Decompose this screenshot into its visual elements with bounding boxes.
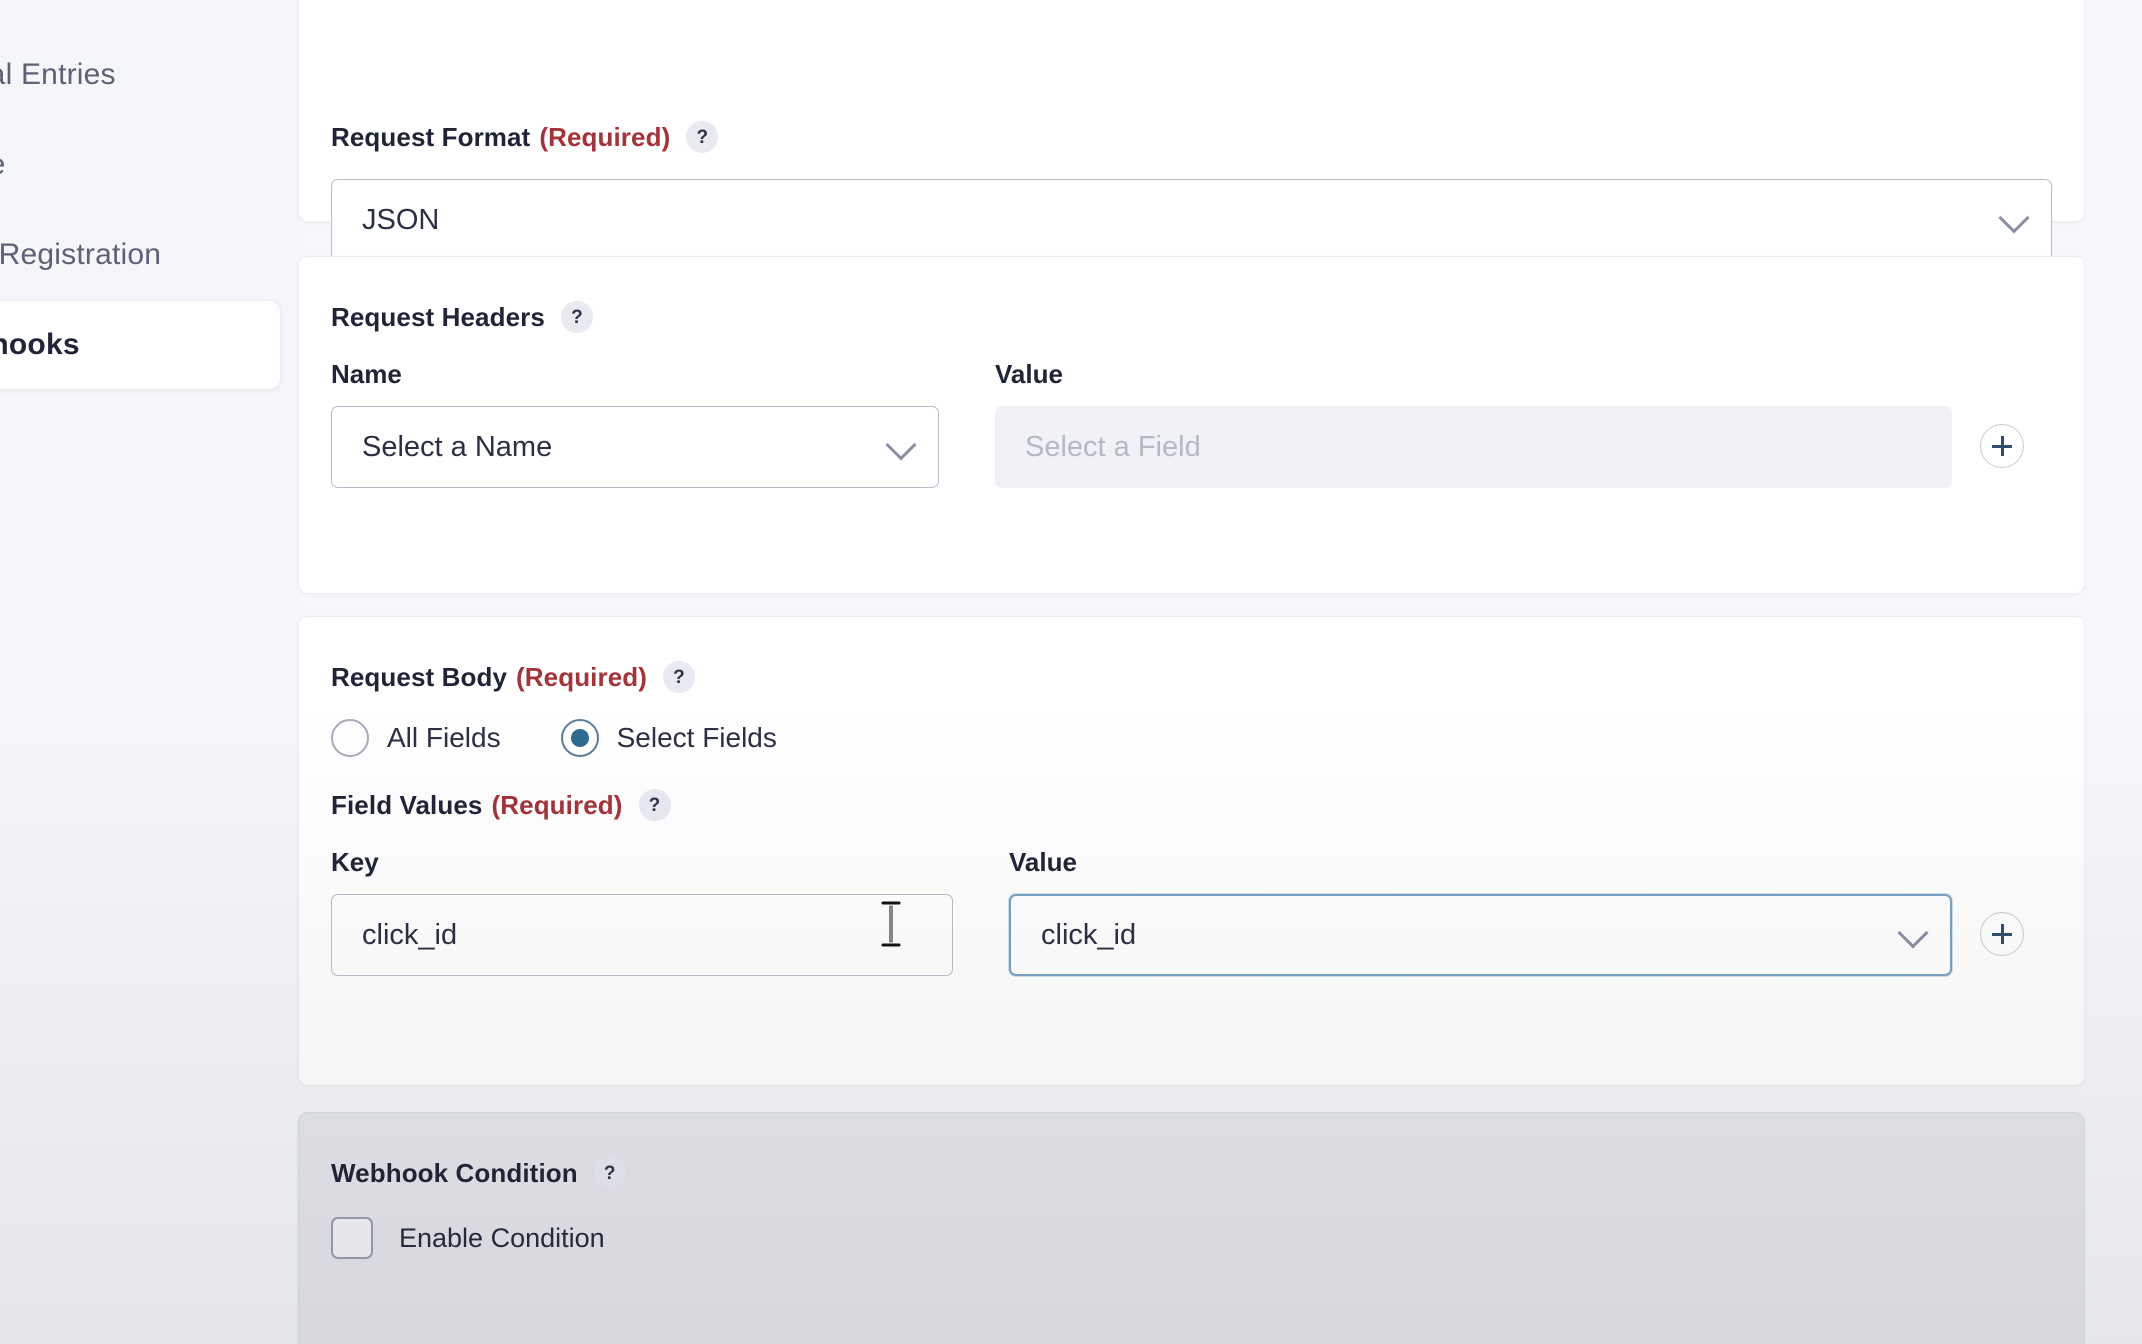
field-key-input[interactable]: click_id	[331, 894, 953, 976]
sidebar-item-partial-entries[interactable]: Partial Entries	[0, 30, 281, 120]
field-key-column: Key click_id	[331, 847, 953, 976]
help-icon[interactable]: ?	[663, 661, 696, 693]
radio-select-fields-control[interactable]	[560, 719, 599, 757]
sidebar-item-label: Stripe	[0, 148, 6, 182]
request-body-card: Request Body (Required) ? All Fields Sel…	[298, 616, 2085, 1086]
request-format-select[interactable]: JSON	[331, 179, 2052, 261]
column-header-value: Value	[1009, 847, 1077, 877]
header-value-column: Value Select a Field	[995, 359, 1952, 488]
header-name-value: Select a Name	[362, 430, 553, 463]
required-marker: (Required)	[516, 661, 648, 692]
enable-condition-row[interactable]: Enable Condition	[331, 1217, 2052, 1259]
header-name-column: Name Select a Name	[331, 359, 939, 488]
request-body-radio-group: All Fields Select Fields	[331, 719, 2052, 757]
column-header-name: Name	[331, 359, 402, 389]
field-value-column: Value click_id	[1009, 847, 1952, 976]
webhook-condition-label: Webhook Condition ?	[331, 1157, 2052, 1189]
webhook-settings-page: Mailchimp Partial Entries Stripe User Re…	[0, 0, 2142, 1344]
text-cursor-icon	[881, 901, 901, 947]
chevron-down-icon	[1998, 202, 2030, 234]
field-add-wrap	[1952, 912, 2052, 976]
request-format-label: Request Format (Required) ?	[331, 121, 2052, 153]
column-header-key: Key	[331, 847, 379, 877]
field-key-value: click_id	[362, 918, 458, 951]
sidebar-item-label: Partial Entries	[0, 58, 116, 91]
main-content: Request Format (Required) ? JSON Request…	[298, 0, 2142, 1344]
sidebar-item-stripe[interactable]: Stripe	[0, 120, 281, 210]
required-marker: (Required)	[491, 789, 623, 820]
request-format-value: JSON	[362, 203, 440, 236]
request-format-card: Request Format (Required) ? JSON	[298, 0, 2085, 261]
radio-all-fields-label: All Fields	[387, 722, 501, 753]
add-header-button[interactable]	[1980, 424, 2024, 468]
webhook-condition-card: Webhook Condition ? Enable Condition	[298, 1112, 2085, 1344]
help-icon[interactable]: ?	[593, 1157, 626, 1189]
header-name-select[interactable]: Select a Name	[331, 406, 939, 488]
add-field-value-button[interactable]	[1980, 912, 2024, 956]
header-value-input[interactable]: Select a Field	[995, 406, 1952, 488]
required-marker: (Required)	[539, 121, 671, 152]
sidebar: Mailchimp Partial Entries Stripe User Re…	[0, 0, 300, 1344]
radio-select-fields-label: Select Fields	[616, 722, 777, 753]
chevron-down-icon	[1897, 917, 1929, 949]
column-header-value: Value	[995, 359, 1063, 389]
field-value-value: click_id	[1041, 918, 1137, 951]
radio-all-fields-control[interactable]	[331, 719, 369, 757]
header-add-wrap	[1952, 424, 2052, 488]
enable-condition-label: Enable Condition	[399, 1222, 605, 1253]
header-value-placeholder: Select a Field	[1025, 430, 1201, 463]
sidebar-item-label: Mailchimp	[0, 0, 63, 2]
sidebar-item-label: Webhooks	[0, 328, 80, 361]
request-headers-card: Request Headers ? Name Select a Name Val…	[298, 256, 2085, 594]
help-icon[interactable]: ?	[638, 789, 671, 821]
field-values-label: Field Values (Required) ?	[331, 789, 2052, 821]
radio-all-fields[interactable]: All Fields	[331, 719, 501, 757]
help-icon[interactable]: ?	[560, 301, 593, 333]
radio-select-fields[interactable]: Select Fields	[560, 719, 777, 757]
request-headers-label: Request Headers ?	[331, 301, 2052, 333]
sidebar-item-mailchimp[interactable]: Mailchimp	[0, 0, 281, 30]
enable-condition-checkbox[interactable]	[331, 1217, 373, 1259]
sidebar-item-label: User Registration	[0, 238, 162, 271]
sidebar-item-webhooks[interactable]: Webhooks	[0, 300, 281, 390]
request-body-label: Request Body (Required) ?	[331, 661, 2052, 693]
field-value-select[interactable]: click_id	[1009, 894, 1952, 976]
chevron-down-icon	[885, 429, 917, 461]
sidebar-item-user-registration[interactable]: User Registration	[0, 210, 281, 300]
sidebar-list: Mailchimp Partial Entries Stripe User Re…	[0, 0, 299, 390]
help-icon[interactable]: ?	[686, 121, 719, 153]
